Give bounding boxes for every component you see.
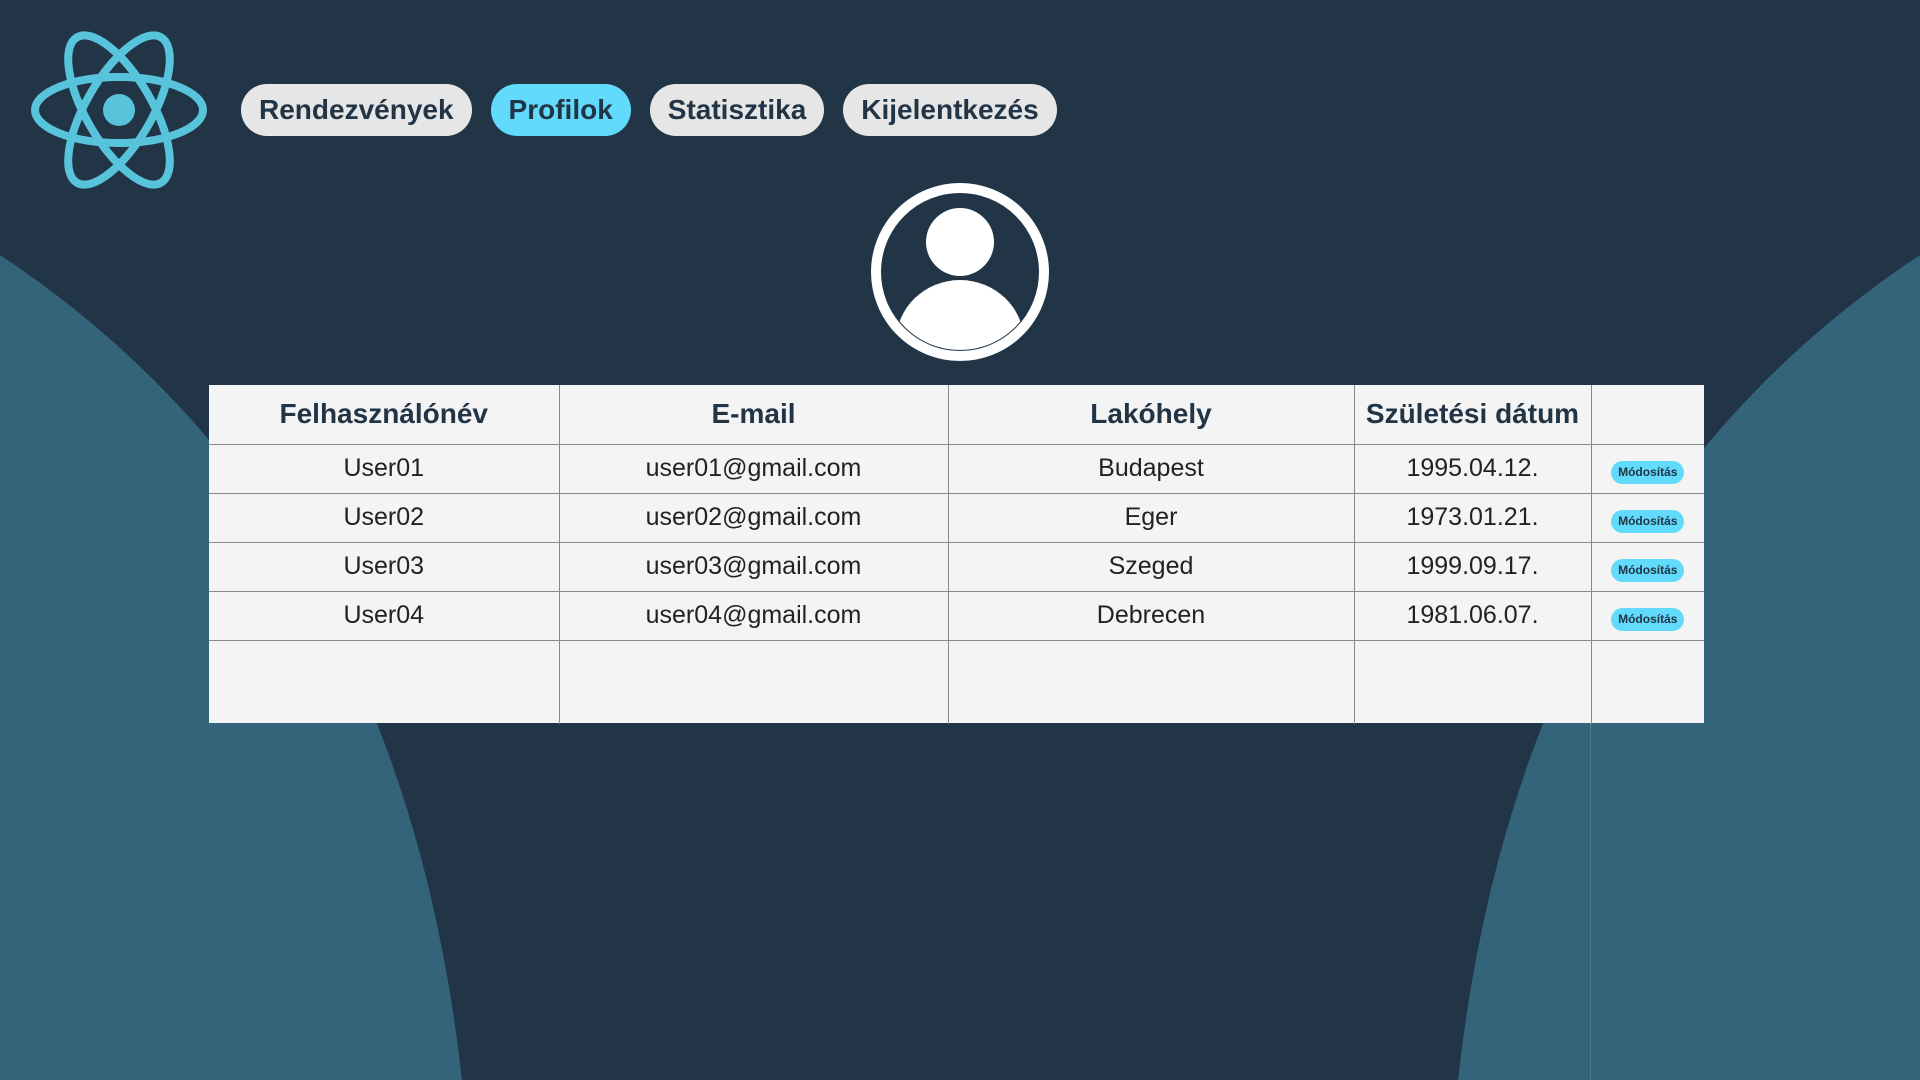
cell-username: User04 [209,590,560,641]
nav-rendezvenyek-button[interactable]: Rendezvények [241,84,472,136]
table-divider-line [1590,723,1591,1080]
profiles-table-container: Felhasználónév E-mail Lakóhely Születési… [209,385,1704,724]
edit-button[interactable]: Módosítás [1611,607,1685,631]
table-row: User02 user02@gmail.com Eger 1973.01.21.… [209,492,1704,543]
header-actions [1590,385,1704,445]
cell-action: Módosítás [1590,492,1704,543]
nav-profilok-button[interactable]: Profilok [490,84,631,136]
cell-email: user01@gmail.com [558,443,949,494]
cell-city: Debrecen [947,590,1355,641]
table-row: User03 user03@gmail.com Szeged 1999.09.1… [209,541,1704,592]
table-row: User01 user01@gmail.com Budapest 1995.04… [209,443,1704,494]
profiles-table: Felhasználónév E-mail Lakóhely Születési… [209,385,1704,724]
cell-username: User01 [209,443,560,494]
empty-cell [1353,639,1592,724]
edit-button[interactable]: Módosítás [1611,509,1685,533]
table-header-row: Felhasználónév E-mail Lakóhely Születési… [209,385,1704,445]
cell-action: Módosítás [1590,590,1704,641]
cell-birth-date: 1999.09.17. [1353,541,1592,592]
table-row: User04 user04@gmail.com Debrecen 1981.06… [209,590,1704,641]
cell-action: Módosítás [1590,541,1704,592]
cell-city: Eger [947,492,1355,543]
header-city: Lakóhely [947,385,1355,445]
cell-username: User03 [209,541,560,592]
header-email: E-mail [558,385,949,445]
cell-birth-date: 1973.01.21. [1353,492,1592,543]
user-avatar-icon [871,183,1049,361]
empty-cell [947,639,1355,724]
nav-kijelentkezes-button[interactable]: Kijelentkezés [843,84,1057,136]
cell-email: user02@gmail.com [558,492,949,543]
cell-username: User02 [209,492,560,543]
cell-email: user03@gmail.com [558,541,949,592]
main-nav: Rendezvények Profilok Statisztika Kijele… [241,84,1057,136]
cell-birth-date: 1995.04.12. [1353,443,1592,494]
table-empty-row [209,639,1704,724]
header-birth-date: Születési dátum [1353,385,1592,445]
react-logo-icon [31,31,207,189]
cell-city: Szeged [947,541,1355,592]
empty-cell [1590,639,1704,724]
empty-cell [209,639,560,724]
cell-action: Módosítás [1590,443,1704,494]
empty-cell [558,639,949,724]
edit-button[interactable]: Módosítás [1611,460,1685,484]
cell-email: user04@gmail.com [558,590,949,641]
cell-city: Budapest [947,443,1355,494]
cell-birth-date: 1981.06.07. [1353,590,1592,641]
nav-statisztika-button[interactable]: Statisztika [649,84,825,136]
header-username: Felhasználónév [209,385,560,445]
edit-button[interactable]: Módosítás [1611,558,1685,582]
